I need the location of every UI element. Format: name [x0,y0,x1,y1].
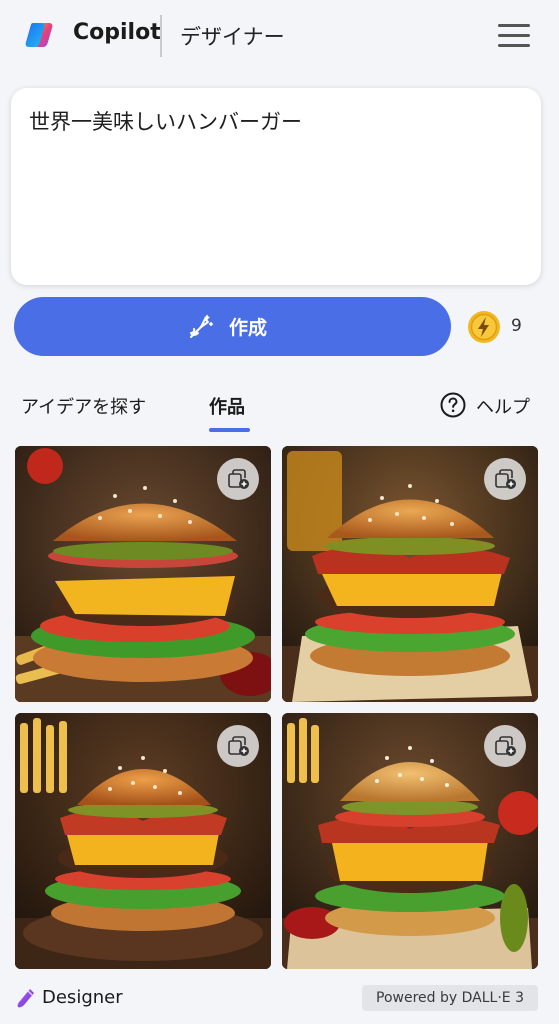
save-to-collection-button[interactable] [484,458,526,500]
question-circle-icon [440,392,466,418]
generated-image-4[interactable] [282,713,538,969]
brand-name: Copilot [73,20,161,45]
powered-by-badge: Powered by DALL·E 3 [362,985,538,1011]
prompt-input[interactable]: 世界一美味しいハンバーガー [11,88,541,285]
header-divider [160,15,162,57]
save-to-collection-button[interactable] [217,725,259,767]
wand-sparkle-icon [190,315,213,338]
save-to-collection-icon [495,736,516,756]
generated-image-3[interactable] [15,713,271,969]
save-to-collection-button[interactable] [484,725,526,767]
create-button-label: 作成 [229,317,268,339]
save-to-collection-icon [228,469,249,489]
generated-image-1[interactable] [15,446,271,702]
app-header: Copilot デザイナー [0,0,559,74]
product-name: デザイナー [180,25,285,49]
active-tab-indicator [209,428,250,432]
designer-label: Designer [42,987,123,1008]
tab-explore-ideas[interactable]: アイデアを探す [21,393,146,419]
save-to-collection-icon [495,469,516,489]
lightning-coin-icon[interactable] [467,310,501,344]
copilot-logo-icon[interactable] [24,17,60,53]
boost-count: 9 [511,316,522,336]
hamburger-menu-icon[interactable] [498,24,530,50]
designer-logo-icon [17,989,34,1008]
help-label: ヘルプ [476,397,530,418]
prompt-text[interactable]: 世界一美味しいハンバーガー [29,106,302,136]
tab-my-creations[interactable]: 作品 [209,393,245,419]
save-to-collection-button[interactable] [217,458,259,500]
create-button[interactable]: 作成 [14,297,451,356]
generated-image-2[interactable] [282,446,538,702]
save-to-collection-icon [228,736,249,756]
